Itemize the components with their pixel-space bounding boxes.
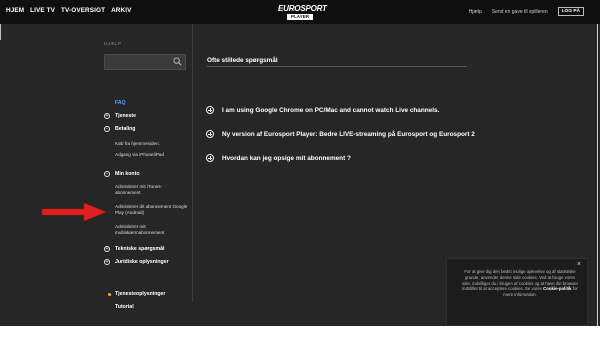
search-input[interactable] <box>104 54 186 70</box>
cookie-banner: × For at give dig den bedst mulige oplev… <box>446 258 588 326</box>
sidebar-heading: HJÆLP <box>104 41 122 46</box>
cookie-text: For at give dig den bedst mulige oplevel… <box>461 269 579 298</box>
sidebar-item-juridiske[interactable]: Juridiske oplysninger <box>115 259 169 265</box>
gift-link[interactable]: Send en gave til spilleren <box>492 9 548 15</box>
expand-icon[interactable]: + <box>104 259 110 265</box>
top-navigation-bar: HJEM LIVE TV TV-OVERSIGT ARKIV EUROSPORT… <box>0 0 600 24</box>
nav-hjem[interactable]: HJEM <box>6 7 24 14</box>
title-divider <box>207 66 467 67</box>
sidebar-subitem-koeb[interactable]: Køb fra hjemmesiden. <box>115 141 160 147</box>
sidebar-subitem-iphone[interactable]: Adgang via iPhone/iPad <box>115 152 164 158</box>
sidebar-subitem-google-play[interactable]: Administrer dit abonnement Google Play (… <box>115 204 191 216</box>
cookie-policy-link[interactable]: Cookie-politik <box>543 286 571 291</box>
expand-icon[interactable]: + <box>104 113 110 119</box>
sidebar-divider <box>192 24 193 302</box>
window-edge <box>0 24 1 40</box>
help-link[interactable]: Hjælp <box>469 9 482 15</box>
sidebar-subitem-itunes[interactable]: Administrer mit iTunes-abonnement <box>115 184 181 196</box>
faq-question[interactable]: I am using Google Chrome on PC/Mac and c… <box>206 106 439 114</box>
login-button[interactable]: LOG PÅ <box>557 7 584 16</box>
close-icon[interactable]: × <box>577 261 581 268</box>
faq-question-text[interactable]: Ny version af Eurosport Player: Bedre LI… <box>222 131 475 138</box>
search-icon[interactable] <box>173 57 182 66</box>
collapse-icon[interactable]: − <box>104 171 110 177</box>
expand-icon[interactable]: + <box>104 246 110 252</box>
eurosport-player-logo[interactable]: EUROSPORT PLAYER <box>278 4 327 20</box>
sidebar-item-tjenesteoplysninger[interactable]: Tjenesteoplysninger <box>115 291 165 297</box>
page-title: Ofte stillede spørgsmål <box>207 57 278 64</box>
logo-subtext: PLAYER <box>287 14 313 20</box>
faq-question-text[interactable]: I am using Google Chrome on PC/Mac and c… <box>222 107 439 114</box>
faq-question[interactable]: Ny version af Eurosport Player: Bedre LI… <box>206 130 475 138</box>
main-nav: HJEM LIVE TV TV-OVERSIGT ARKIV <box>6 7 131 14</box>
expand-icon[interactable] <box>206 154 214 162</box>
active-bullet-icon <box>108 293 111 296</box>
logo-text: EUROSPORT <box>278 4 327 13</box>
sidebar-item-min-konto[interactable]: Min konto <box>115 171 140 177</box>
window-edge-right <box>597 24 598 326</box>
sidebar-item-faq[interactable]: FAQ <box>115 100 126 106</box>
faq-question-text[interactable]: Hvordan kan jeg opsige mit abonnement ? <box>222 155 351 162</box>
expand-icon[interactable] <box>206 106 214 114</box>
sidebar-subitem-multiskaerm[interactable]: Administrer mit multiskærmabonnement <box>115 224 181 236</box>
nav-tv-oversigt[interactable]: TV-OVERSIGT <box>61 7 105 14</box>
sidebar-item-betaling[interactable]: Betaling <box>115 126 135 132</box>
faq-question[interactable]: Hvordan kan jeg opsige mit abonnement ? <box>206 154 351 162</box>
sidebar-item-tekniske[interactable]: Tekniske spørgsmål <box>115 246 165 252</box>
red-arrow-annotation <box>41 202 107 222</box>
sidebar-item-tutorial[interactable]: Tutorial <box>115 304 134 310</box>
expand-icon[interactable] <box>206 130 214 138</box>
sidebar-item-tjeneste[interactable]: Tjeneste <box>115 113 136 119</box>
account-links: Hjælp Send en gave til spilleren LOG PÅ <box>469 7 584 16</box>
nav-arkiv[interactable]: ARKIV <box>111 7 131 14</box>
collapse-icon[interactable]: − <box>104 126 110 132</box>
nav-live-tv[interactable]: LIVE TV <box>30 7 55 14</box>
